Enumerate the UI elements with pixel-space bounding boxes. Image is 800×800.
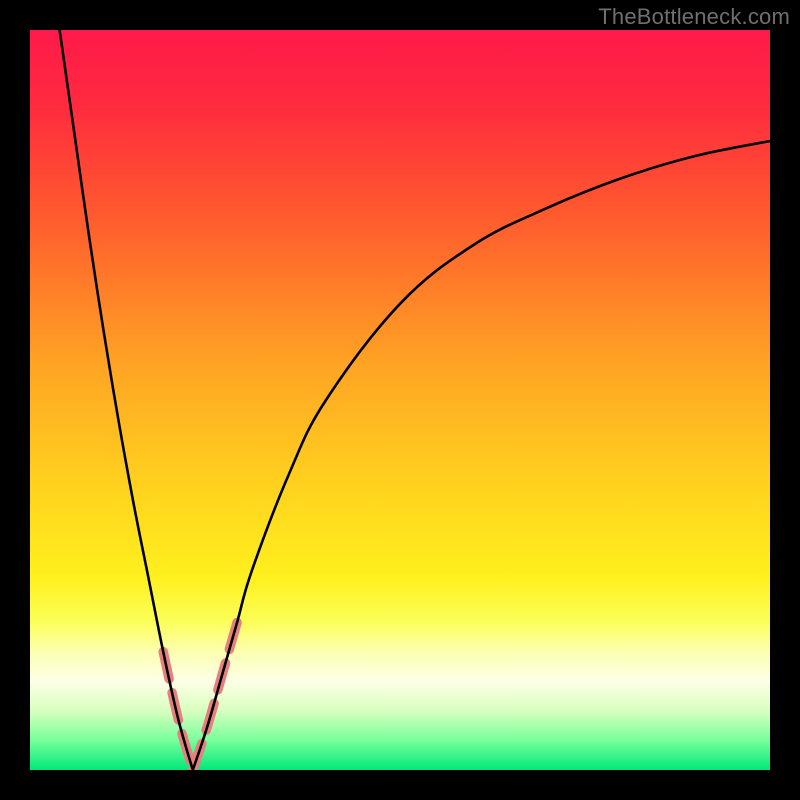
- curve-left-branch: [60, 30, 193, 770]
- outer-frame: TheBottleneck.com: [0, 0, 800, 800]
- curve-right-branch: [193, 141, 770, 770]
- curve-layer: [30, 30, 770, 770]
- plot-area: [30, 30, 770, 770]
- watermark-text: TheBottleneck.com: [598, 4, 790, 30]
